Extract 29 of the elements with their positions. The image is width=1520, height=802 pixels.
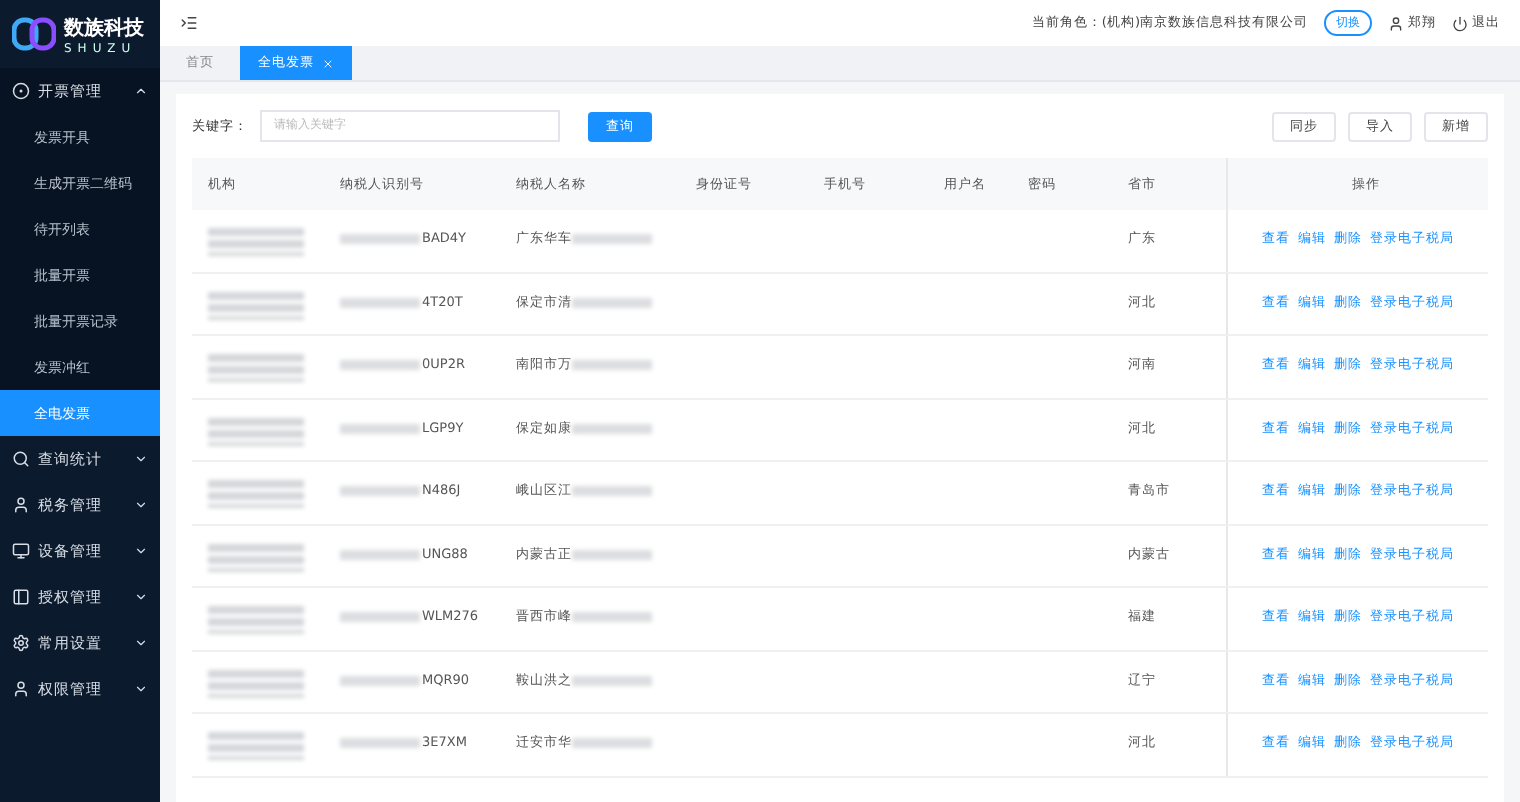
chevron-up-icon [134,84,148,98]
panel-icon [12,588,30,606]
redacted-text [208,476,304,509]
redacted-text [208,665,304,698]
search-icon [12,450,30,468]
chevron-down-icon [134,682,148,696]
redacted-text [208,224,304,257]
user-icon [12,680,30,698]
settings-icon [12,634,30,652]
user-icon [12,496,30,514]
power-icon [1452,15,1468,31]
chevron-down-icon [134,498,148,512]
chevron-down-icon [134,544,148,558]
chevron-down-icon [134,590,148,604]
monitor-icon [12,542,30,560]
close-icon[interactable] [322,57,334,69]
chevron-down-icon [134,636,148,650]
redacted-text [208,539,304,572]
redacted-text [208,350,304,383]
logo-name: 数族科技 [64,15,144,41]
redacted-text [208,413,304,446]
redacted-text [208,602,304,635]
logo-icon [12,16,56,52]
redacted-text [208,287,304,320]
user-icon [1388,15,1404,31]
redacted-text [208,728,304,761]
target-icon [12,82,30,100]
menu-toggle-icon[interactable] [180,14,198,32]
chevron-down-icon [134,452,148,466]
